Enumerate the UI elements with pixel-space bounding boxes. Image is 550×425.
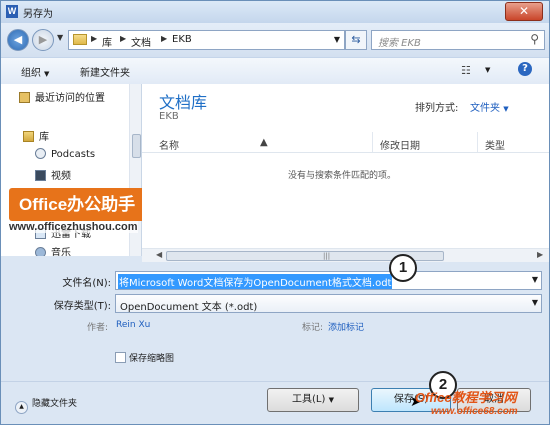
sidebar-item-label: 音乐 <box>51 248 71 256</box>
back-arrow-icon: ◀ <box>13 33 23 46</box>
hide-folders-label: 隐藏文件夹 <box>32 399 78 409</box>
library-title: 文档库 <box>159 93 208 112</box>
watermark-bottom-site: www.office68.com <box>431 406 518 417</box>
sidebar-item-recent-places[interactable]: 最近访问的位置 <box>19 89 105 104</box>
chevron-down-icon: ▼ <box>44 70 50 78</box>
filetype-dropdown-icon[interactable]: ▼ <box>532 298 538 307</box>
filename-value[interactable]: 将Microsoft Word文档保存为OpenDocument格式文档.odt <box>118 274 393 289</box>
column-date-modified[interactable]: 修改日期 <box>380 137 420 152</box>
library-icon <box>23 131 34 142</box>
filetype-value: OpenDocument 文本 (*.odt) <box>120 302 258 313</box>
organize-menu[interactable]: 组织 ▼ <box>21 64 49 79</box>
refresh-button[interactable]: ⇆ <box>345 30 367 50</box>
arrange-by-label: 排列方式: <box>415 103 459 114</box>
watermark-site: www.officezhushou.com <box>9 221 138 233</box>
folder-icon <box>73 34 87 45</box>
sort-caret-icon: ▲ <box>260 137 268 148</box>
refresh-icon: ⇆ <box>351 33 361 46</box>
callout-1: 1 <box>389 254 417 282</box>
arrange-by-dropdown[interactable]: 文件夹 ▼ <box>470 99 509 114</box>
empty-message: 没有与搜索条件匹配的项。 <box>287 171 396 181</box>
sidebar-item-label: 库 <box>39 132 49 143</box>
sidebar-item-label: 最近访问的位置 <box>35 93 105 104</box>
tools-button[interactable]: 工具(L) ▼ <box>267 388 359 412</box>
tags-label: 标记: <box>302 323 324 333</box>
sidebar-item-videos[interactable]: 视频 <box>35 167 71 182</box>
scroll-left-icon[interactable]: ◀ <box>156 250 162 259</box>
library-subtitle: EKB <box>159 111 179 122</box>
recent-pages-dropdown[interactable]: ▼ <box>57 33 63 42</box>
filetype-select[interactable]: OpenDocument 文本 (*.odt) ▼ <box>115 294 542 313</box>
breadcrumb-documents[interactable]: 文档 <box>131 34 151 49</box>
address-dropdown-icon[interactable]: ▼ <box>334 35 340 44</box>
search-input[interactable]: 搜索 EKB ⚲ <box>371 30 545 50</box>
scroll-right-icon[interactable]: ▶ <box>537 250 543 259</box>
help-icon[interactable]: ? <box>518 62 532 76</box>
video-icon <box>35 170 46 181</box>
view-options-icon[interactable]: ☷ <box>461 64 471 77</box>
window-title: 另存为 <box>23 9 53 20</box>
chevron-right-icon[interactable]: ▶ <box>91 34 97 43</box>
grip-icon: ||| <box>323 252 331 260</box>
chevron-down-icon: ▼ <box>503 105 509 113</box>
organize-label: 组织 <box>21 68 41 79</box>
sidebar-item-label: 视频 <box>51 171 71 182</box>
chevron-up-icon: ▲ <box>15 401 28 414</box>
column-divider[interactable] <box>477 132 478 152</box>
arrange-by-value: 文件夹 <box>470 103 500 114</box>
save-thumbnail-label[interactable]: 保存缩略图 <box>129 351 174 364</box>
new-folder-button[interactable]: 新建文件夹 <box>80 64 130 79</box>
filetype-label: 保存类型(T): <box>53 301 111 312</box>
horizontal-scrollbar[interactable]: ◀ ||| ▶ <box>142 248 549 262</box>
author-label: 作者: <box>87 323 109 333</box>
breadcrumb-ekb[interactable]: EKB <box>172 34 192 45</box>
sidebar-item-library[interactable]: 库 <box>23 128 49 143</box>
word-app-icon: W <box>6 5 18 18</box>
podcast-icon <box>35 148 46 159</box>
filename-field[interactable]: 将Microsoft Word文档保存为OpenDocument格式文档.odt… <box>115 271 542 290</box>
tools-label: 工具(L) <box>292 394 326 405</box>
filename-dropdown-icon[interactable]: ▼ <box>532 275 538 284</box>
chevron-right-icon[interactable]: ▶ <box>120 34 126 43</box>
sidebar-item-music[interactable]: 音乐 <box>35 244 71 256</box>
chevron-down-icon: ▼ <box>328 396 334 404</box>
navigation-bar: ◀ ▶ ▼ ▶ 库 ▶ 文档 ▶ EKB ▼ ⇆ 搜索 EKB ⚲ <box>1 23 549 57</box>
hide-folders-button[interactable]: ▲ 隐藏文件夹 <box>15 396 77 414</box>
view-dropdown-icon[interactable]: ▼ <box>485 66 490 74</box>
column-type[interactable]: 类型 <box>485 137 505 152</box>
tags-field[interactable]: 添加标记 <box>328 320 364 333</box>
search-placeholder: 搜索 EKB <box>378 38 421 49</box>
sidebar-item-label: Podcasts <box>51 149 96 160</box>
column-divider[interactable] <box>372 132 373 152</box>
sidebar-item-podcasts[interactable]: Podcasts <box>35 148 95 160</box>
filename-label: 文件名(N): <box>62 278 111 289</box>
title-bar: W 另存为 ✕ <box>1 1 549 23</box>
close-button[interactable]: ✕ <box>505 2 543 21</box>
breadcrumb-library[interactable]: 库 <box>102 34 112 49</box>
forward-arrow-icon: ▶ <box>38 33 48 46</box>
forward-button[interactable]: ▶ <box>32 29 54 51</box>
column-header: ▲ 名称 修改日期 类型 <box>142 132 549 153</box>
save-thumbnail-checkbox[interactable] <box>115 352 126 363</box>
author-field[interactable]: Rein Xu <box>116 320 150 330</box>
search-icon: ⚲ <box>530 32 539 46</box>
address-bar[interactable]: ▶ 库 ▶ 文档 ▶ EKB ▼ <box>68 30 345 50</box>
music-icon <box>35 247 46 256</box>
watermark-bottom-title: Office教程学习网 <box>415 390 517 405</box>
sidebar-scroll-thumb[interactable] <box>132 134 141 158</box>
column-name[interactable]: 名称 <box>159 137 179 152</box>
recent-places-icon <box>19 92 30 103</box>
command-bar: 组织 ▼ 新建文件夹 ☷ ▼ ? <box>1 57 549 85</box>
back-button[interactable]: ◀ <box>7 29 29 51</box>
chevron-right-icon[interactable]: ▶ <box>161 34 167 43</box>
file-list-pane: 文档库 EKB 排列方式: 文件夹 ▼ ▲ 名称 修改日期 类型 没有与搜索条件… <box>142 84 549 248</box>
save-as-dialog: W 另存为 ✕ ◀ ▶ ▼ ▶ 库 ▶ 文档 ▶ EKB ▼ ⇆ 搜索 EKB … <box>0 0 550 425</box>
